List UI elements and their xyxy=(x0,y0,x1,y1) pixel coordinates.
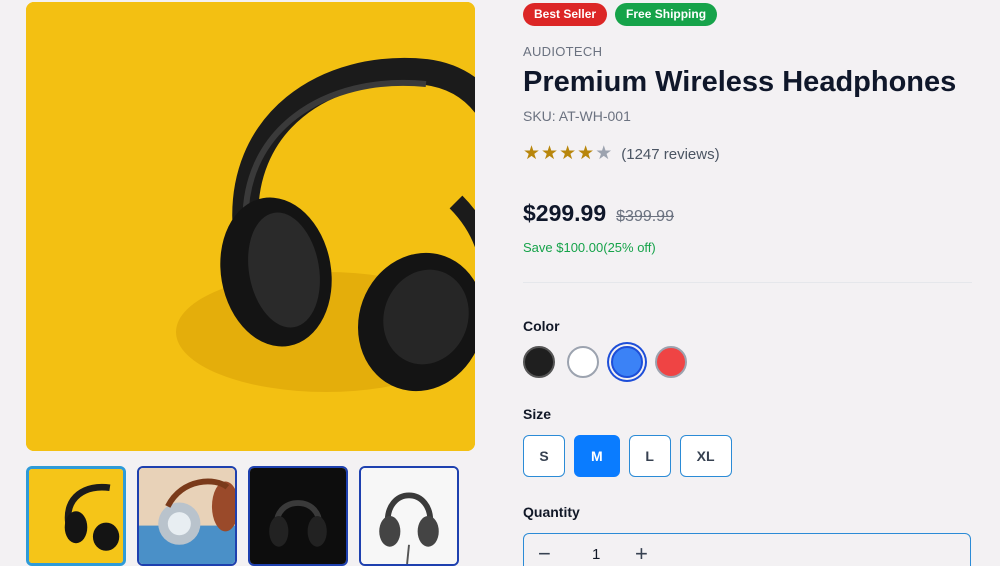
thumbnail-image xyxy=(361,468,457,564)
quantity-label: Quantity xyxy=(523,504,580,520)
thumbnail-2[interactable] xyxy=(137,466,237,566)
thumbnail-3[interactable] xyxy=(248,466,348,566)
size-option-m[interactable]: M xyxy=(574,435,620,477)
divider xyxy=(523,282,972,283)
rating: ★ ★ ★ ★ ★ (1247 reviews) xyxy=(523,143,720,165)
color-swatch-blue[interactable] xyxy=(611,346,643,378)
size-label: Size xyxy=(523,406,552,422)
quantity-value[interactable]: 1 xyxy=(592,546,600,563)
star-icon: ★ xyxy=(559,143,577,164)
thumbnail-4[interactable] xyxy=(359,466,459,566)
current-price: $299.99 xyxy=(523,200,607,226)
color-options xyxy=(523,346,687,378)
color-swatch-red[interactable] xyxy=(655,346,687,378)
color-swatch-white[interactable] xyxy=(567,346,599,378)
thumbnail-1[interactable] xyxy=(26,466,126,566)
thumbnail-image xyxy=(29,469,123,563)
original-price: $399.99 xyxy=(616,208,674,225)
main-product-image[interactable] xyxy=(26,2,475,451)
review-count[interactable]: (1247 reviews) xyxy=(621,146,719,163)
badge-list: Best Seller Free Shipping xyxy=(523,3,718,26)
star-empty-icon: ★ xyxy=(595,143,613,164)
product-sku: SKU: AT-WH-001 xyxy=(523,108,631,124)
thumbnail-image xyxy=(250,468,346,564)
color-swatch-black[interactable] xyxy=(523,346,555,378)
best-seller-badge: Best Seller xyxy=(523,3,608,26)
product-page: Best Seller Free Shipping AUDIOTECH Prem… xyxy=(0,0,1000,566)
size-option-s[interactable]: S xyxy=(523,435,565,477)
headphones-image xyxy=(26,2,475,451)
thumbnail-image xyxy=(139,468,235,564)
star-icon: ★ xyxy=(541,143,559,164)
star-icon: ★ xyxy=(577,143,595,164)
size-options: S M L XL xyxy=(523,435,732,477)
star-rating: ★ ★ ★ ★ ★ xyxy=(523,143,612,165)
savings-text: Save $100.00(25% off) xyxy=(523,240,656,255)
size-option-xl[interactable]: XL xyxy=(679,435,732,477)
quantity-stepper: − 1 + xyxy=(523,533,971,566)
minus-icon[interactable]: − xyxy=(538,542,551,566)
plus-icon[interactable]: + xyxy=(635,542,648,566)
star-icon: ★ xyxy=(523,143,541,164)
free-shipping-badge: Free Shipping xyxy=(615,3,718,26)
size-option-l[interactable]: L xyxy=(628,435,671,477)
price-row: $299.99 $399.99 xyxy=(523,200,674,227)
brand-name: AUDIOTECH xyxy=(523,44,603,59)
product-title: Premium Wireless Headphones xyxy=(523,66,957,98)
thumbnail-list xyxy=(26,466,459,566)
color-label: Color xyxy=(523,318,560,334)
